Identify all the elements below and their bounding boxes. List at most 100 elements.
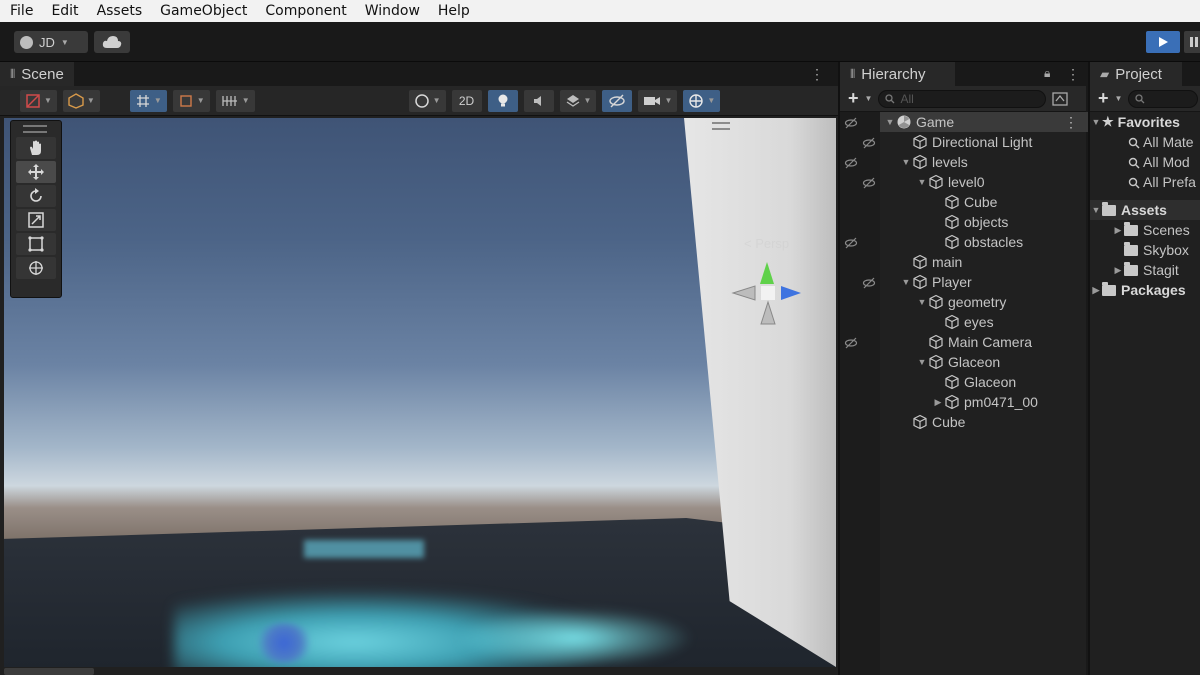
- create-button[interactable]: +: [848, 88, 859, 109]
- favorite-item[interactable]: All Prefa: [1090, 172, 1200, 192]
- hidden-eye-icon[interactable]: [862, 276, 876, 289]
- hierarchy-item[interactable]: Glaceon: [880, 372, 1088, 392]
- menu-help[interactable]: Help: [438, 3, 470, 19]
- asset-folder[interactable]: ▶ Stagit: [1090, 260, 1200, 280]
- cloud-button[interactable]: [94, 31, 130, 53]
- collapse-arrow-icon[interactable]: ▶: [1112, 225, 1124, 236]
- tab-hierarchy[interactable]: ⦀ Hierarchy: [840, 62, 956, 86]
- lock-icon[interactable]: 🔒︎: [1044, 66, 1050, 81]
- hierarchy-item[interactable]: eyes: [880, 312, 1088, 332]
- favorite-item[interactable]: All Mod: [1090, 152, 1200, 172]
- asset-folder[interactable]: Skybox: [1090, 240, 1200, 260]
- menu-file[interactable]: File: [10, 3, 33, 19]
- lighting-toggle[interactable]: [487, 89, 518, 112]
- move-tool[interactable]: [16, 161, 56, 183]
- packages-header[interactable]: ▶ Packages: [1090, 280, 1200, 300]
- chevron-down-icon[interactable]: ▼: [865, 94, 873, 103]
- hierarchy-search-input[interactable]: All: [878, 89, 1047, 108]
- render-mode-dropdown[interactable]: ▼: [408, 89, 446, 112]
- hierarchy-item-label: obstacles: [964, 234, 1024, 250]
- expand-arrow-icon[interactable]: ▼: [916, 297, 928, 307]
- orientation-gizmo[interactable]: [729, 262, 819, 342]
- scene-viewport[interactable]: < Persp: [4, 118, 836, 667]
- hand-tool[interactable]: [16, 137, 56, 159]
- gizmos-dropdown[interactable]: ▼: [683, 89, 721, 112]
- grid-snap-toggle[interactable]: ▼: [129, 89, 167, 112]
- scene-menu-icon[interactable]: ⋮: [1064, 114, 1078, 131]
- expand-arrow-icon[interactable]: ▼: [900, 277, 912, 287]
- assets-header[interactable]: ▼ Assets: [1090, 200, 1200, 220]
- gameobject-cube-icon: [944, 314, 960, 330]
- hierarchy-item[interactable]: obstacles: [880, 232, 1088, 252]
- account-dropdown[interactable]: JD ▼: [14, 31, 88, 53]
- perspective-label[interactable]: < Persp: [744, 236, 789, 251]
- hierarchy-item[interactable]: Cube: [880, 412, 1088, 432]
- scale-tool[interactable]: [16, 209, 56, 231]
- hierarchy-item[interactable]: ▼ Player: [880, 272, 1088, 292]
- expand-arrow-icon[interactable]: ▼: [900, 157, 912, 167]
- transform-tool[interactable]: [16, 257, 56, 279]
- search-filter-icon[interactable]: [1052, 91, 1069, 106]
- expand-arrow-icon[interactable]: ▶: [1090, 285, 1102, 296]
- menu-component[interactable]: Component: [265, 3, 346, 19]
- snap-increment-dropdown[interactable]: ▼: [172, 89, 210, 112]
- collapse-arrow-icon[interactable]: ▶: [932, 397, 944, 408]
- search-icon: [885, 93, 895, 103]
- hidden-eye-icon[interactable]: [844, 156, 858, 169]
- rotate-tool[interactable]: [16, 185, 56, 207]
- expand-arrow-icon[interactable]: ▼: [1090, 117, 1102, 127]
- project-create-button[interactable]: +: [1098, 88, 1109, 109]
- hierarchy-item[interactable]: ▼ level0: [880, 172, 1088, 192]
- play-button[interactable]: [1146, 31, 1180, 53]
- menu-gameobject[interactable]: GameObject: [160, 3, 247, 19]
- collapse-arrow-icon[interactable]: ▶: [1112, 265, 1124, 276]
- hidden-eye-icon[interactable]: [862, 176, 876, 189]
- hierarchy-item[interactable]: ▼ levels: [880, 152, 1088, 172]
- effects-dropdown[interactable]: ▼: [559, 89, 597, 112]
- expand-arrow-icon[interactable]: ▼: [1090, 205, 1102, 215]
- menu-edit[interactable]: Edit: [51, 3, 78, 19]
- hierarchy-item[interactable]: objects: [880, 212, 1088, 232]
- hierarchy-item[interactable]: ▼ Glaceon: [880, 352, 1088, 372]
- hierarchy-item[interactable]: ▶ pm0471_00: [880, 392, 1088, 412]
- hidden-eye-icon[interactable]: [844, 236, 858, 249]
- expand-arrow-icon[interactable]: ▼: [916, 177, 928, 187]
- panel-grip-icon[interactable]: [23, 125, 47, 133]
- expand-arrow-icon[interactable]: ▼: [884, 117, 896, 127]
- hierarchy-item[interactable]: ▼ geometry: [880, 292, 1088, 312]
- audio-toggle[interactable]: [523, 89, 554, 112]
- menu-assets[interactable]: Assets: [97, 3, 143, 19]
- hierarchy-item[interactable]: Main Camera: [880, 332, 1088, 352]
- menu-window[interactable]: Window: [365, 3, 420, 19]
- hierarchy-item[interactable]: Cube: [880, 192, 1088, 212]
- hidden-eye-icon[interactable]: [844, 336, 858, 349]
- scene-scrollbar[interactable]: [4, 668, 94, 675]
- scene-row[interactable]: ▼ Game ⋮: [880, 112, 1088, 132]
- favorites-header[interactable]: ▼ ★ Favorites: [1090, 112, 1200, 132]
- tab-project[interactable]: ▰ Project: [1090, 62, 1182, 86]
- shading-dropdown[interactable]: ▼: [62, 89, 100, 112]
- hierarchy-menu-icon[interactable]: ⋮: [1066, 66, 1080, 83]
- hierarchy-item[interactable]: main: [880, 252, 1088, 272]
- chevron-down-icon[interactable]: ▼: [1115, 94, 1123, 103]
- draw-mode-dropdown[interactable]: ▼: [20, 89, 57, 112]
- visibility-toggle[interactable]: [602, 89, 633, 112]
- increment-snap-dropdown[interactable]: ▼: [215, 89, 255, 112]
- scene-tab-label: Scene: [21, 65, 64, 83]
- favorite-item[interactable]: All Mate: [1090, 132, 1200, 152]
- lightbulb-icon: [498, 94, 508, 106]
- pause-button[interactable]: [1184, 31, 1200, 53]
- scene-menu-icon[interactable]: ⋮: [810, 66, 824, 83]
- hierarchy-item[interactable]: Directional Light: [880, 132, 1088, 152]
- hidden-eye-icon[interactable]: [862, 136, 876, 149]
- tab-scene[interactable]: ⦀ Scene: [0, 62, 74, 86]
- 2d-toggle[interactable]: 2D: [451, 89, 482, 112]
- asset-folder[interactable]: ▶ Scenes: [1090, 220, 1200, 240]
- project-search-input[interactable]: [1128, 89, 1199, 108]
- rect-tool[interactable]: [16, 233, 56, 255]
- chevron-down-icon: ▼: [153, 96, 162, 105]
- ruler-icon: [222, 95, 237, 106]
- hidden-eye-icon[interactable]: [844, 116, 858, 129]
- expand-arrow-icon[interactable]: ▼: [916, 357, 928, 367]
- camera-dropdown[interactable]: ▼: [638, 89, 678, 112]
